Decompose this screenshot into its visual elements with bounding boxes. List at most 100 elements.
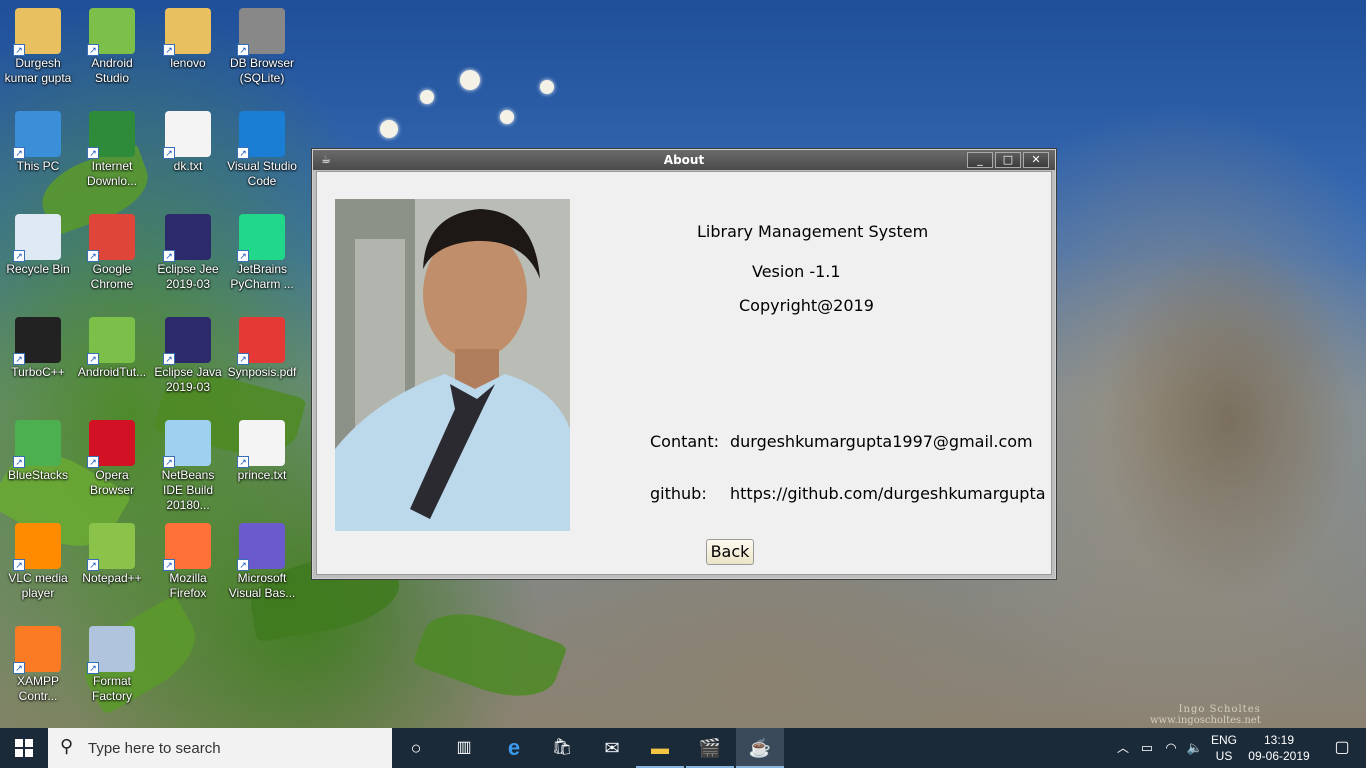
- desktop-icon[interactable]: ↗ JetBrains PyCharm ...: [224, 206, 300, 306]
- desktop-icon[interactable]: ↗ TurboC++: [0, 309, 76, 409]
- firefox-icon: ↗: [163, 523, 211, 571]
- close-icon: ✕: [1031, 153, 1041, 166]
- desktop-icon[interactable]: ↗ NetBeans IDE Build 20180...: [150, 412, 226, 512]
- desktop-icon[interactable]: ↗ Durgesh kumar gupta: [0, 0, 76, 100]
- desktop-icon[interactable]: ↗ AndroidTut...: [74, 309, 150, 409]
- action-center-button[interactable]: ▢: [1318, 728, 1366, 768]
- clock[interactable]: 13:19 09-06-2019: [1244, 732, 1314, 764]
- mail-icon: ✉: [604, 738, 620, 758]
- version-text: Vesion -1.1: [752, 262, 841, 281]
- desktop-icon-label: XAMPP Contr...: [16, 674, 59, 703]
- desktop-icon[interactable]: ↗ Mozilla Firefox: [150, 515, 226, 615]
- desktop-icon[interactable]: ↗ Recycle Bin: [0, 206, 76, 306]
- language-indicator[interactable]: ENG US: [1208, 732, 1240, 764]
- desktop-icon[interactable]: ↗ Opera Browser: [74, 412, 150, 512]
- desktop-icon[interactable]: ↗ Eclipse Jee 2019-03: [150, 206, 226, 306]
- desktop-icon[interactable]: ↗ prince.txt: [224, 412, 300, 512]
- shortcut-arrow-icon: ↗: [163, 559, 175, 571]
- shortcut-arrow-icon: ↗: [13, 456, 25, 468]
- shortcut-arrow-icon: ↗: [13, 250, 25, 262]
- back-button[interactable]: Back: [706, 539, 754, 565]
- desktop-icon[interactable]: ↗ lenovo: [150, 0, 226, 100]
- java-icon: ☕: [748, 738, 772, 758]
- shortcut-arrow-icon: ↗: [163, 147, 175, 159]
- recycle-bin-icon: ↗: [13, 214, 61, 262]
- desktop-icon[interactable]: ↗ Format Factory: [74, 618, 150, 718]
- window-title: About: [663, 153, 705, 167]
- file-explorer-icon: ▬: [651, 738, 669, 758]
- window-titlebar[interactable]: ☕ About _ □ ✕: [313, 150, 1055, 170]
- clapper-icon: 🎬: [698, 738, 722, 758]
- background-leaf: [412, 598, 568, 712]
- shortcut-arrow-icon: ↗: [13, 559, 25, 571]
- shortcut-arrow-icon: ↗: [163, 353, 175, 365]
- language-code: ENG: [1210, 733, 1237, 747]
- github-label: github:: [650, 484, 707, 503]
- netbeans-icon: ↗: [163, 420, 211, 468]
- maximize-button[interactable]: □: [995, 152, 1021, 168]
- notepadpp-icon: ↗: [87, 523, 135, 571]
- desktop-icon[interactable]: ↗ BlueStacks: [0, 412, 76, 512]
- clock-date: 09-06-2019: [1248, 749, 1310, 763]
- background-flower: [420, 90, 434, 104]
- minimize-icon: _: [977, 153, 983, 166]
- desktop-icon[interactable]: ↗ XAMPP Contr...: [0, 618, 76, 718]
- shortcut-arrow-icon: ↗: [13, 353, 25, 365]
- desktop-icon[interactable]: ↗ Visual Studio Code: [224, 103, 300, 203]
- desktop-icon[interactable]: ↗ DB Browser (SQLite): [224, 0, 300, 100]
- close-button[interactable]: ✕: [1023, 152, 1049, 168]
- wifi-icon: ◠: [1165, 740, 1177, 755]
- show-hidden-icons-button[interactable]: ︿: [1112, 728, 1134, 768]
- turboc-icon: ↗: [13, 317, 61, 365]
- desktop-icon[interactable]: ↗ Microsoft Visual Bas...: [224, 515, 300, 615]
- clock-time: 13:19: [1263, 733, 1295, 747]
- file-explorer-button[interactable]: ▬: [636, 728, 684, 768]
- video-editor-button[interactable]: 🎬: [686, 728, 734, 768]
- search-placeholder: Type here to search: [88, 740, 221, 757]
- desktop-icon[interactable]: ↗ Google Chrome: [74, 206, 150, 306]
- android-studio-icon: ↗: [87, 317, 135, 365]
- shortcut-arrow-icon: ↗: [13, 44, 25, 56]
- pycharm-icon: ↗: [237, 214, 285, 262]
- desktop-icon[interactable]: ↗ Android Studio: [74, 0, 150, 100]
- eclipse-icon: ↗: [163, 214, 211, 262]
- vscode-icon: ↗: [237, 111, 285, 159]
- desktop-icon[interactable]: ↗ Eclipse Java 2019-03: [150, 309, 226, 409]
- desktop-icon-label: Durgesh kumar gupta: [4, 56, 72, 85]
- desktop-icon[interactable]: ↗ Synposis.pdf: [224, 309, 300, 409]
- edge-icon: e: [507, 735, 521, 760]
- mail-button[interactable]: ✉: [588, 728, 636, 768]
- cortana-icon: ○: [410, 738, 422, 758]
- desktop-icon[interactable]: ↗ dk.txt: [150, 103, 226, 203]
- desktop-icon-label: VLC media player: [8, 571, 68, 600]
- java-app-button[interactable]: ☕: [736, 728, 784, 768]
- shortcut-arrow-icon: ↗: [87, 456, 99, 468]
- minimize-button[interactable]: _: [967, 152, 993, 168]
- network-button[interactable]: ▭: [1136, 728, 1158, 768]
- start-button[interactable]: [0, 728, 48, 768]
- volume-button[interactable]: 🔈: [1184, 728, 1206, 768]
- text-file-icon: ↗: [237, 420, 285, 468]
- cortana-button[interactable]: ○: [392, 728, 440, 768]
- desktop-icon-label: This PC: [16, 159, 60, 173]
- task-view-button[interactable]: ▥: [440, 728, 488, 768]
- desktop-icon-label: Opera Browser: [89, 468, 134, 497]
- bluestacks-icon: ↗: [13, 420, 61, 468]
- contact-label: Contant:: [650, 432, 719, 451]
- notification-icon: ▢: [1334, 739, 1350, 756]
- desktop-icon[interactable]: ↗ VLC media player: [0, 515, 76, 615]
- xampp-icon: ↗: [13, 626, 61, 674]
- eclipse-icon: ↗: [163, 317, 211, 365]
- wifi-button[interactable]: ◠: [1160, 728, 1182, 768]
- desktop-icon[interactable]: ↗ Notepad++: [74, 515, 150, 615]
- chrome-icon: ↗: [87, 214, 135, 262]
- desktop-icon[interactable]: ↗ Internet Downlo...: [74, 103, 150, 203]
- format-factory-icon: ↗: [87, 626, 135, 674]
- desktop-icon-label: Recycle Bin: [6, 262, 70, 276]
- desktop-icon-label: prince.txt: [237, 468, 287, 482]
- copyright-text: Copyright@2019: [739, 296, 874, 315]
- desktop-icon[interactable]: ↗ This PC: [0, 103, 76, 203]
- store-button[interactable]: 🛍: [538, 728, 586, 768]
- edge-button[interactable]: e: [490, 728, 538, 768]
- taskbar-search-box[interactable]: ⚲ Type here to search: [48, 728, 392, 768]
